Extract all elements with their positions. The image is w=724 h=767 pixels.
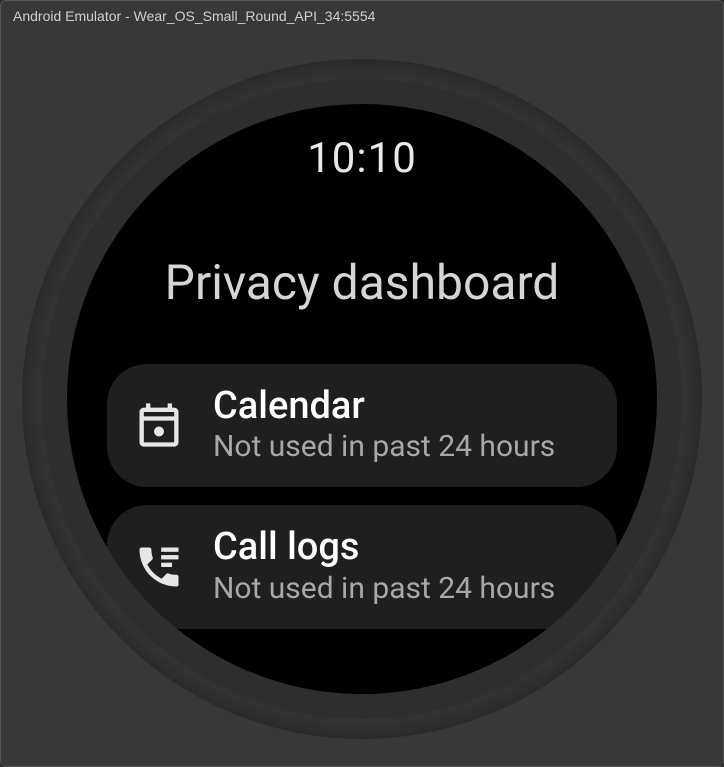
list-item-subtitle: Not used in past 24 hours <box>213 429 589 465</box>
list-item-title: Calendar <box>213 386 589 428</box>
list-item-text: Call logs Not used in past 24 hours <box>213 527 589 607</box>
calendar-icon <box>129 395 189 455</box>
emulator-window: Android Emulator - Wear_OS_Small_Round_A… <box>0 0 724 767</box>
phone-list-icon <box>129 537 189 597</box>
watch-outer-casing: 10:10 Privacy dashboard Calend <box>22 59 702 739</box>
list-item-call-logs[interactable]: Call logs Not used in past 24 hours <box>107 505 617 629</box>
list-item-title: Call logs <box>213 527 589 569</box>
watch-face[interactable]: 10:10 Privacy dashboard Calend <box>67 104 657 694</box>
list-item-subtitle: Not used in past 24 hours <box>213 571 589 607</box>
list-item-calendar[interactable]: Calendar Not used in past 24 hours <box>107 364 617 488</box>
status-clock: 10:10 <box>67 134 657 183</box>
watch-bezel: 10:10 Privacy dashboard Calend <box>42 79 682 719</box>
window-title: Android Emulator - Wear_OS_Small_Round_A… <box>13 8 375 24</box>
page-title: Privacy dashboard <box>67 254 657 311</box>
window-titlebar[interactable]: Android Emulator - Wear_OS_Small_Round_A… <box>1 1 723 31</box>
privacy-list[interactable]: Calendar Not used in past 24 hours <box>67 354 657 694</box>
emulator-stage: 10:10 Privacy dashboard Calend <box>1 31 723 766</box>
list-item-text: Calendar Not used in past 24 hours <box>213 386 589 466</box>
